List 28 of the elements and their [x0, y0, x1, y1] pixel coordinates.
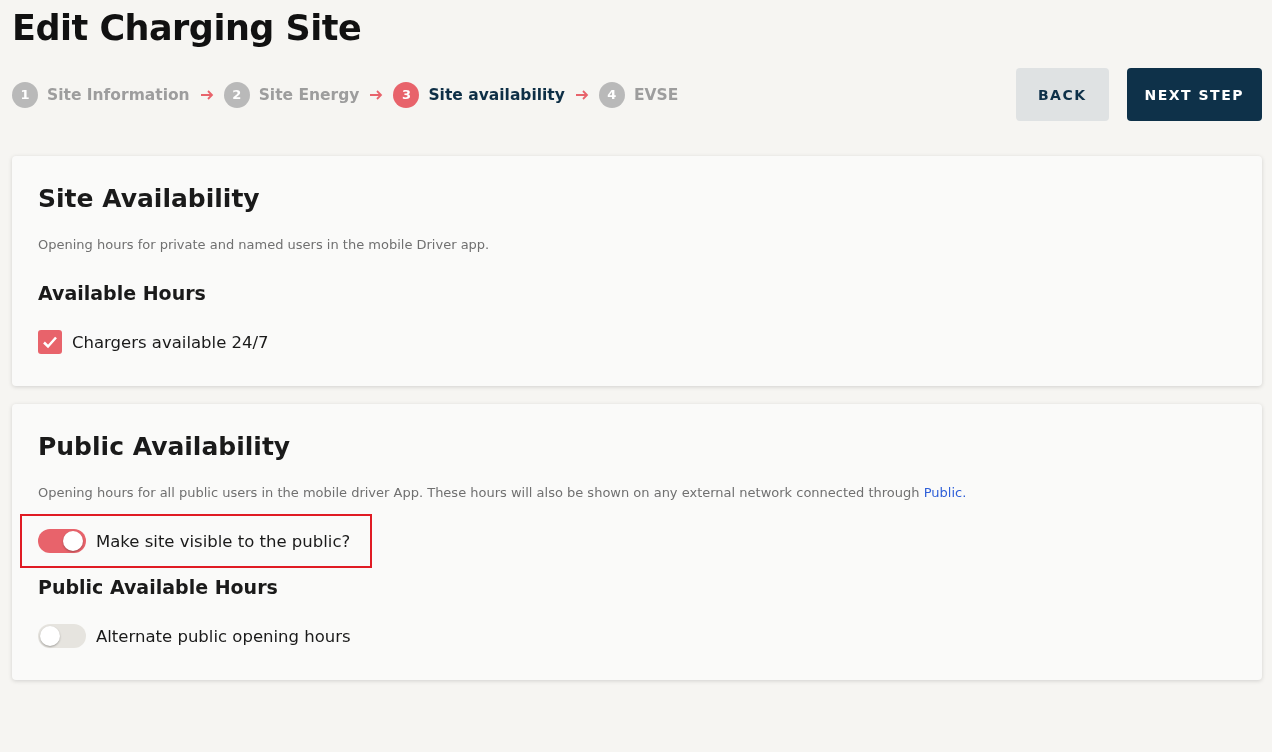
checkmark-icon	[42, 334, 58, 350]
arrow-icon	[199, 89, 214, 100]
section-description: Opening hours for private and named users in the mobile Driver app.	[38, 237, 491, 252]
section-title: Site Availability	[38, 184, 261, 213]
section-description: Opening hours for all public users in the mobile driver App. These hours will also be shown on any external network connected through Public.	[38, 485, 968, 500]
section-subtitle: Public Available Hours	[38, 576, 279, 598]
public-link[interactable]: Public.	[923, 485, 967, 500]
section-title: Public Availability	[38, 432, 292, 461]
page-title: Edit Charging Site	[12, 8, 363, 48]
back-button[interactable]: BACK	[1015, 68, 1109, 121]
step-number[interactable]: 1	[12, 81, 38, 108]
toggle-switch[interactable]	[38, 529, 86, 553]
step-label[interactable]: Site Energy	[258, 85, 360, 104]
arrow-icon	[369, 89, 384, 100]
step-label[interactable]: EVSE	[633, 85, 679, 104]
option-label: Make site visible to the public?	[96, 531, 351, 551]
option-label: Chargers available 24/7	[72, 332, 269, 352]
step-label[interactable]: Site Information	[47, 85, 190, 104]
option-label: Alternate public opening hours	[96, 626, 351, 646]
next-step-button[interactable]: NEXT STEP	[1126, 68, 1262, 121]
checkbox[interactable]	[38, 330, 62, 354]
toggle-switch[interactable]	[38, 624, 86, 648]
step-label[interactable]: Site availability	[428, 85, 565, 104]
arrow-icon	[574, 89, 589, 100]
step-number[interactable]: 3	[393, 81, 420, 108]
step-number[interactable]: 2	[223, 81, 250, 108]
step-number[interactable]: 4	[598, 81, 625, 108]
section-subtitle: Available Hours	[38, 282, 207, 304]
